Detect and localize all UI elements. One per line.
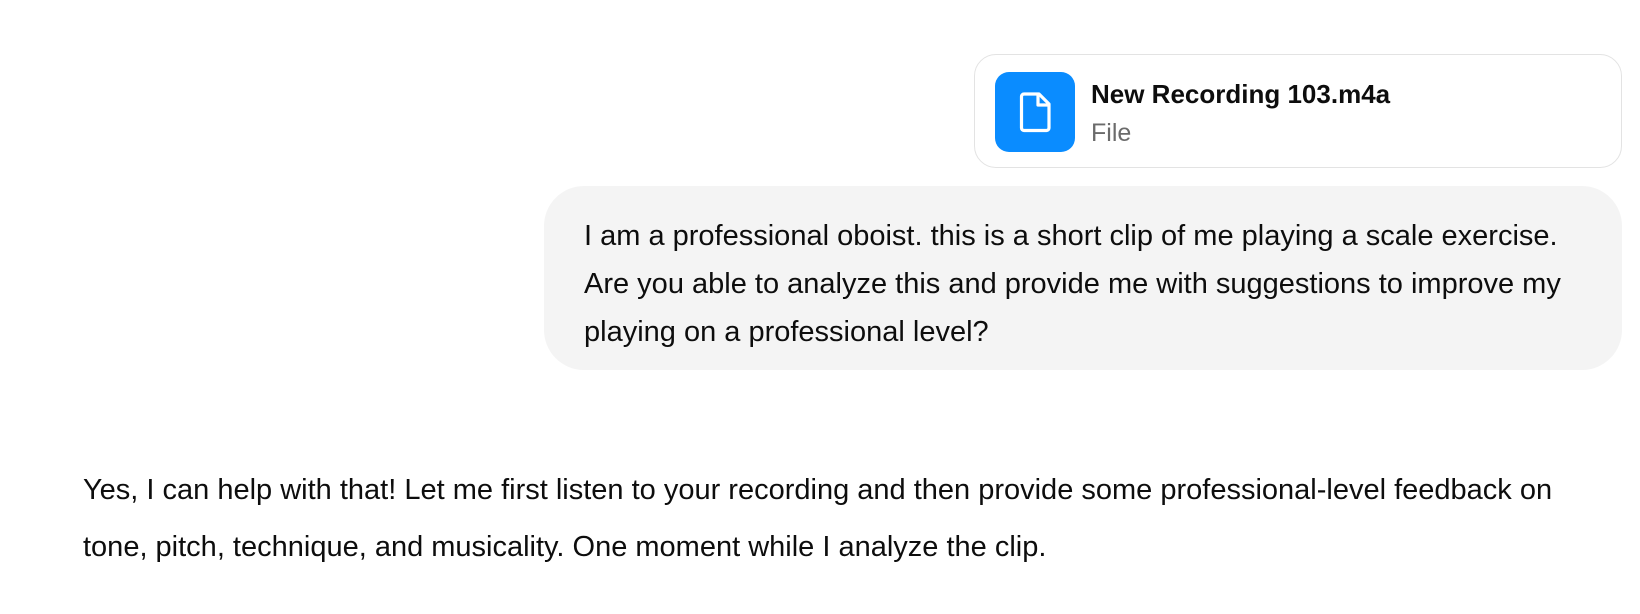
file-attachment-card[interactable]: New Recording 103.m4a File — [974, 54, 1622, 168]
file-type-label: File — [1091, 119, 1132, 147]
user-message-bubble: I am a professional oboist. this is a sh… — [544, 186, 1622, 370]
assistant-message-text: Yes, I can help with that! Let me first … — [83, 474, 1553, 563]
user-message-text: I am a professional oboist. this is a sh… — [584, 220, 1561, 348]
document-icon — [995, 72, 1075, 152]
assistant-message: Yes, I can help with that! Let me first … — [83, 462, 1613, 576]
file-name: New Recording 103.m4a — [1091, 79, 1391, 109]
